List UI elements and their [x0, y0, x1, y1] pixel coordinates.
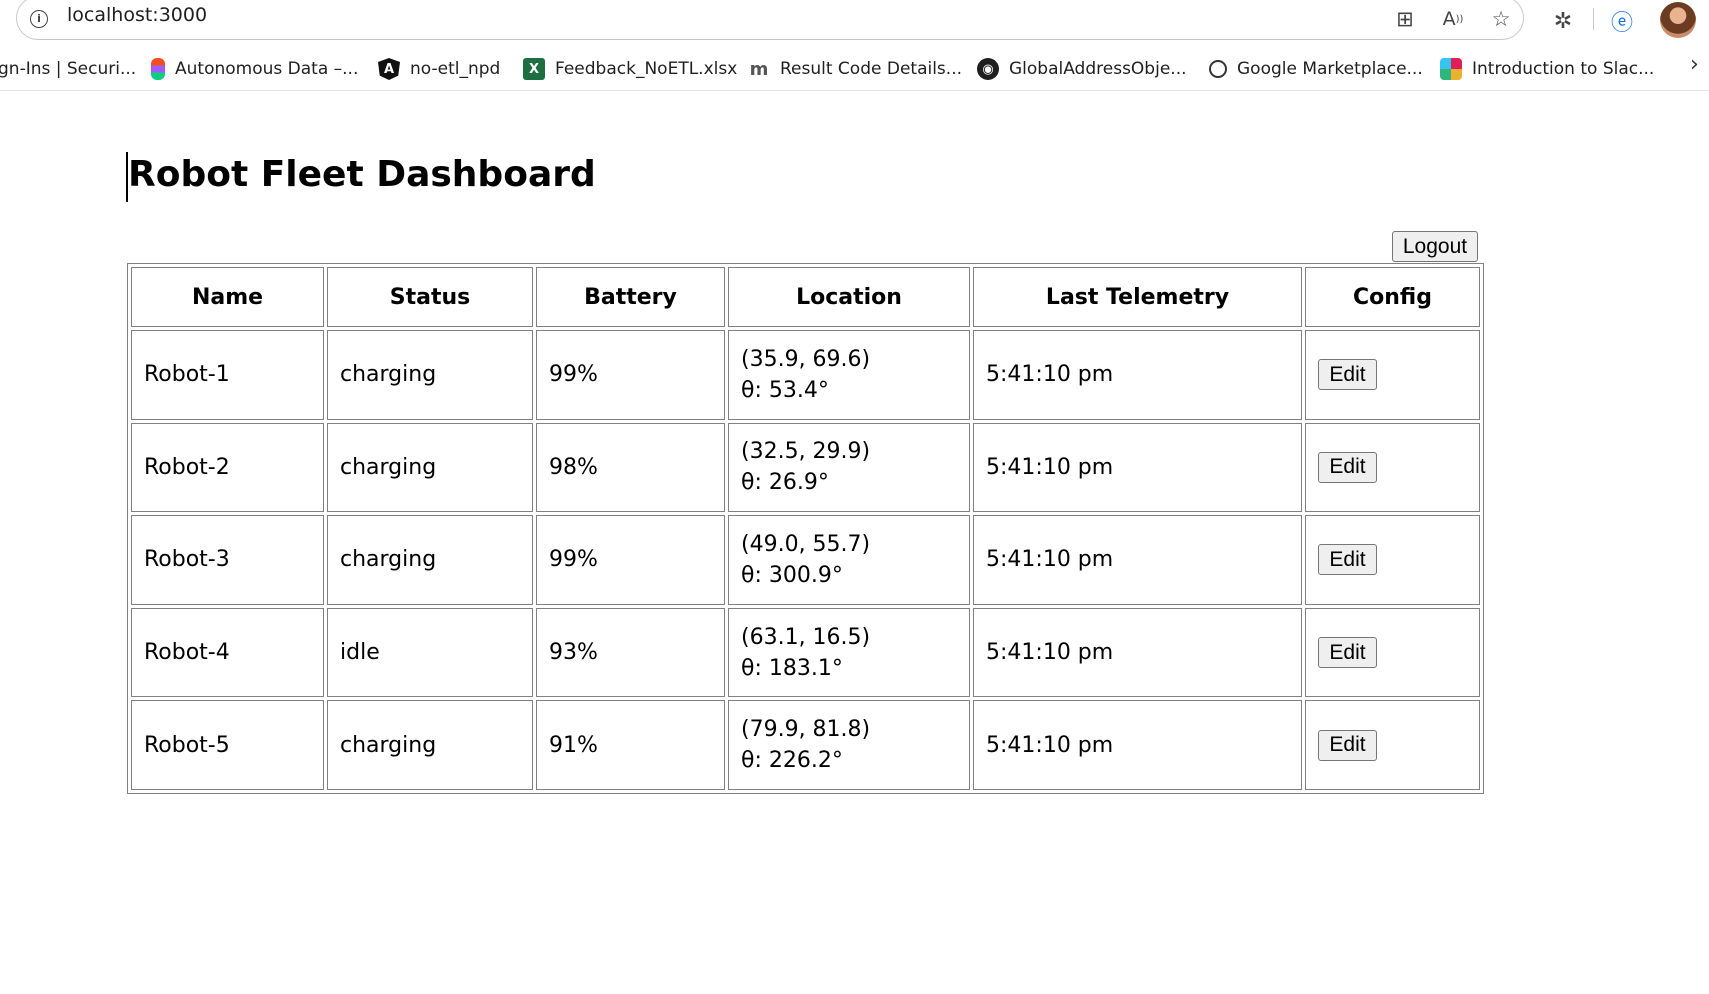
robot-status: charging: [327, 422, 533, 513]
location-heading: θ: 53.4°: [741, 377, 829, 403]
m-icon: m: [749, 58, 769, 80]
bookmark-item[interactable]: m Result Code Details...: [748, 56, 962, 82]
robot-battery: 91%: [536, 700, 725, 790]
robot-name: Robot-1: [131, 330, 324, 420]
profile-avatar[interactable]: [1660, 2, 1696, 38]
bookmark-label: GlobalAddressObje...: [1009, 59, 1187, 79]
table-header-row: Name Status Battery Location Last Teleme…: [131, 267, 1480, 327]
info-icon[interactable]: i: [30, 10, 48, 28]
page-title: Robot Fleet Dashboard: [128, 154, 596, 195]
edit-config-button[interactable]: Edit: [1318, 544, 1377, 576]
robot-name: Robot-4: [131, 607, 324, 698]
edit-config-button[interactable]: Edit: [1318, 637, 1377, 669]
location-coordinates: (63.1, 16.5): [741, 624, 871, 650]
bookmark-label: Google Marketplace...: [1237, 59, 1423, 79]
logout-button[interactable]: Logout: [1392, 231, 1478, 262]
extensions-icon[interactable]: ✲: [1545, 3, 1581, 39]
column-header-status: Status: [327, 267, 533, 327]
bookmark-label: Introduction to Slac...: [1472, 59, 1655, 79]
edit-config-button[interactable]: Edit: [1318, 359, 1377, 391]
robot-name: Robot-5: [131, 700, 324, 790]
github-icon: ◉: [977, 58, 999, 80]
bookmark-label: Feedback_NoETL.xlsx: [555, 59, 738, 79]
read-aloud-icon[interactable]: A)): [1436, 2, 1470, 36]
robot-last-telemetry: 5:41:10 pm: [973, 515, 1302, 605]
column-header-config: Config: [1305, 267, 1480, 327]
toolbar-divider: [1593, 8, 1594, 30]
robot-last-telemetry: 5:41:10 pm: [973, 700, 1302, 790]
robot-last-telemetry: 5:41:10 pm: [973, 330, 1302, 420]
column-header-location: Location: [728, 267, 970, 327]
column-header-battery: Battery: [536, 267, 725, 327]
robot-config: Edit: [1305, 607, 1480, 698]
bookmark-item[interactable]: A no-etl_npd: [378, 56, 500, 82]
robot-location: (49.0, 55.7) θ: 300.9°: [728, 515, 970, 605]
robot-config: Edit: [1305, 700, 1480, 790]
table-row: Robot-2 charging 98% (32.5, 29.9) θ: 26.…: [131, 422, 1480, 513]
robot-status: charging: [327, 515, 533, 605]
bookmark-item[interactable]: ◉ GlobalAddressObje...: [977, 56, 1187, 82]
edit-config-button[interactable]: Edit: [1318, 451, 1377, 483]
globe-icon: [1209, 60, 1227, 78]
favorite-star-icon[interactable]: ☆: [1484, 2, 1518, 36]
address-bar[interactable]: i localhost:3000 ⊞ A)) ☆: [16, 0, 1524, 40]
table-row: Robot-1 charging 99% (35.9, 69.6) θ: 53.…: [131, 330, 1480, 420]
robot-config: Edit: [1305, 330, 1480, 420]
browser-chrome: i localhost:3000 ⊞ A)) ☆ ✲ ⓔ gn-Ins | Se…: [0, 0, 1709, 92]
robot-battery: 98%: [536, 422, 725, 513]
robot-last-telemetry: 5:41:10 pm: [973, 607, 1302, 698]
figma-icon: [151, 58, 165, 80]
location-heading: θ: 183.1°: [741, 655, 843, 681]
bookmark-label: no-etl_npd: [410, 59, 501, 79]
robot-battery: 99%: [536, 515, 725, 605]
location-coordinates: (35.9, 69.6): [741, 346, 871, 372]
edit-config-button[interactable]: Edit: [1318, 729, 1377, 761]
bookmark-label: Result Code Details...: [780, 59, 963, 79]
bookmark-item[interactable]: Introduction to Slac...: [1440, 56, 1654, 82]
bookmark-item[interactable]: X Feedback_NoETL.xlsx: [523, 56, 737, 82]
address-row: i localhost:3000 ⊞ A)) ☆ ✲ ⓔ: [0, 0, 1709, 46]
robot-name: Robot-2: [131, 422, 324, 513]
bookmark-item[interactable]: Google Marketplace...: [1209, 56, 1423, 82]
url-text[interactable]: localhost:3000: [67, 4, 207, 26]
robot-location: (32.5, 29.9) θ: 26.9°: [728, 422, 970, 513]
table-row: Robot-5 charging 91% (79.9, 81.8) θ: 226…: [131, 700, 1480, 790]
robot-location: (79.9, 81.8) θ: 226.2°: [728, 700, 970, 790]
excel-icon: X: [523, 58, 545, 80]
robot-status: charging: [327, 330, 533, 420]
robot-location: (35.9, 69.6) θ: 53.4°: [728, 330, 970, 420]
robot-name: Robot-3: [131, 515, 324, 605]
column-header-last-telemetry: Last Telemetry: [973, 267, 1302, 327]
robot-config: Edit: [1305, 515, 1480, 605]
table-row: Robot-4 idle 93% (63.1, 16.5) θ: 183.1° …: [131, 607, 1480, 698]
robot-config: Edit: [1305, 422, 1480, 513]
bookmark-label: Autonomous Data –...: [175, 59, 359, 79]
bookmarks-bar: gn-Ins | Securi... Autonomous Data –... …: [0, 48, 1709, 91]
location-heading: θ: 300.9°: [741, 562, 843, 588]
robot-location: (63.1, 16.5) θ: 183.1°: [728, 607, 970, 698]
angular-icon: A: [378, 58, 400, 80]
bookmark-item[interactable]: Autonomous Data –...: [151, 56, 358, 82]
location-heading: θ: 26.9°: [741, 470, 829, 496]
robot-fleet-table: Name Status Battery Location Last Teleme…: [127, 263, 1484, 794]
slack-icon: [1440, 58, 1462, 80]
bookmark-label: gn-Ins | Securi...: [0, 59, 137, 79]
edge-collections-icon[interactable]: ⓔ: [1604, 3, 1640, 39]
robot-status: charging: [327, 700, 533, 790]
location-coordinates: (32.5, 29.9): [741, 439, 871, 465]
column-header-name: Name: [131, 267, 324, 327]
bookmark-item[interactable]: gn-Ins | Securi...: [0, 56, 136, 82]
chevron-right-icon[interactable]: ›: [1690, 52, 1699, 77]
app-available-icon[interactable]: ⊞: [1388, 2, 1422, 36]
table-row: Robot-3 charging 99% (49.0, 55.7) θ: 300…: [131, 515, 1480, 605]
robot-battery: 99%: [536, 330, 725, 420]
location-coordinates: (79.9, 81.8): [741, 717, 871, 743]
location-coordinates: (49.0, 55.7): [741, 531, 871, 557]
robot-last-telemetry: 5:41:10 pm: [973, 422, 1302, 513]
location-heading: θ: 226.2°: [741, 748, 843, 774]
robot-battery: 93%: [536, 607, 725, 698]
robot-status: idle: [327, 607, 533, 698]
